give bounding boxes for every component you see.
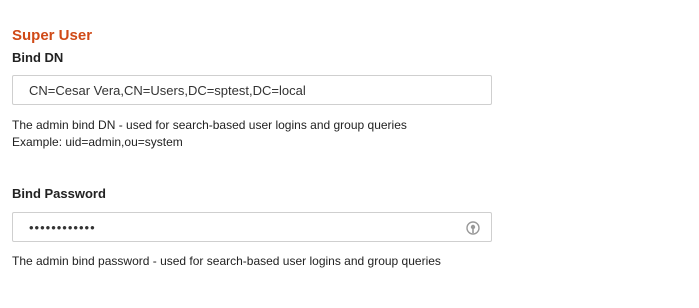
bind-dn-field-container (12, 75, 492, 105)
bind-dn-input[interactable] (13, 76, 491, 104)
bind-dn-help: The admin bind DN - used for search-base… (12, 118, 407, 132)
bind-password-help: The admin bind password - used for searc… (12, 254, 441, 268)
bind-password-label: Bind Password (12, 186, 106, 201)
super-user-settings: Super User Bind DN The admin bind DN - u… (0, 0, 699, 308)
bind-password-input[interactable] (13, 213, 491, 241)
bind-password-field-container (12, 212, 492, 242)
eye-reveal-icon[interactable] (465, 220, 481, 236)
bind-dn-example: Example: uid=admin,ou=system (12, 135, 183, 149)
section-title: Super User (12, 27, 93, 44)
bind-dn-label: Bind DN (12, 50, 64, 65)
